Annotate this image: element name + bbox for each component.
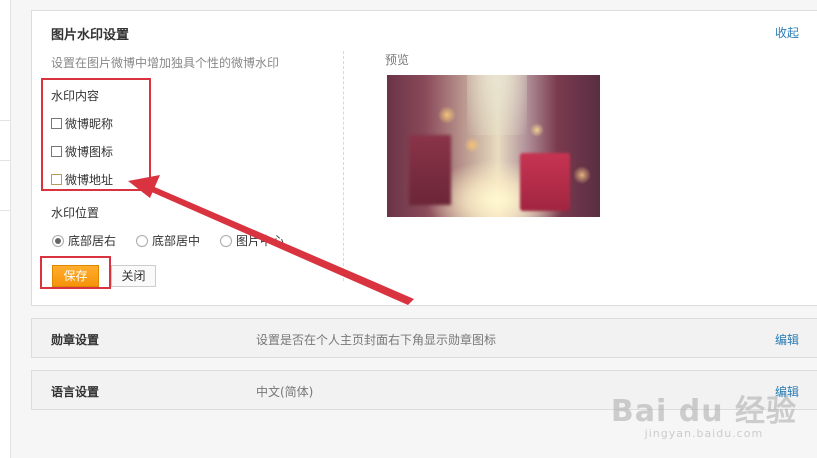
annotation-arrow	[128, 175, 414, 305]
annotation-arrow-head	[128, 175, 160, 198]
annotation-arrow-shaft	[147, 185, 414, 305]
baidu-jingyan-watermark: Bai du 经验 jingyan.baidu.com	[610, 394, 797, 441]
watermark-brand: Bai du 经验	[610, 394, 797, 429]
